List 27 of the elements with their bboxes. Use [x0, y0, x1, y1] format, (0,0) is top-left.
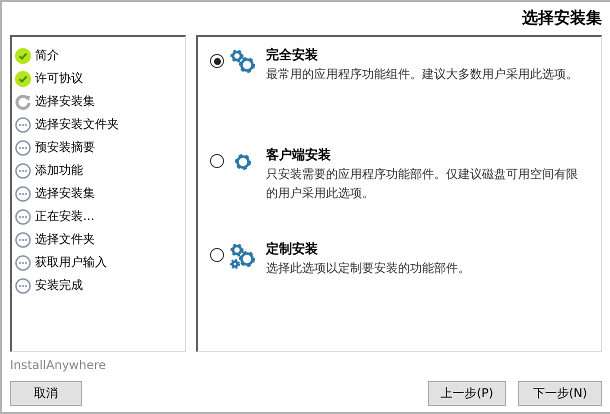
window-title: 选择安装集 — [522, 8, 602, 29]
radio-button[interactable] — [210, 248, 224, 262]
step-label: 选择安装集 — [35, 93, 95, 110]
gears-icon — [230, 49, 256, 75]
option-description: 最常用的应用程序功能组件。建议大多数用户采用此选项。 — [266, 66, 579, 83]
option-description: 选择此选项以定制要安装的功能部件。 — [266, 260, 471, 277]
option-title: 定制安装 — [266, 241, 319, 259]
next-button[interactable]: 下一步(N) — [518, 381, 602, 406]
step-label: 选择安装集 — [35, 185, 95, 202]
back-button[interactable]: 上一步(P) — [428, 381, 506, 406]
step-label: 预安装摘要 — [35, 139, 95, 156]
option-title: 完全安装 — [266, 47, 319, 65]
gears-icon — [230, 243, 256, 269]
step-label: 获取用户输入 — [35, 254, 107, 271]
step-label: 安装完成 — [35, 277, 83, 294]
step-label: 正在安装... — [35, 208, 94, 225]
option-title: 客户端安装 — [266, 147, 332, 165]
step-label: 简介 — [35, 47, 59, 64]
option-description: 只安装需要的应用程序功能部件。仅建议磁盘可用空间有限的用户采用此选项。 — [266, 166, 579, 202]
step-label: 选择安装文件夹 — [35, 116, 119, 133]
radio-button[interactable] — [210, 54, 224, 68]
step-label: 许可协议 — [35, 70, 83, 87]
cancel-button[interactable]: 取消 — [10, 381, 82, 406]
step-label: 选择文件夹 — [35, 231, 95, 248]
radio-button[interactable] — [210, 154, 224, 168]
brand-label: InstallAnywhere — [10, 358, 107, 374]
step-label: 添加功能 — [35, 162, 83, 179]
